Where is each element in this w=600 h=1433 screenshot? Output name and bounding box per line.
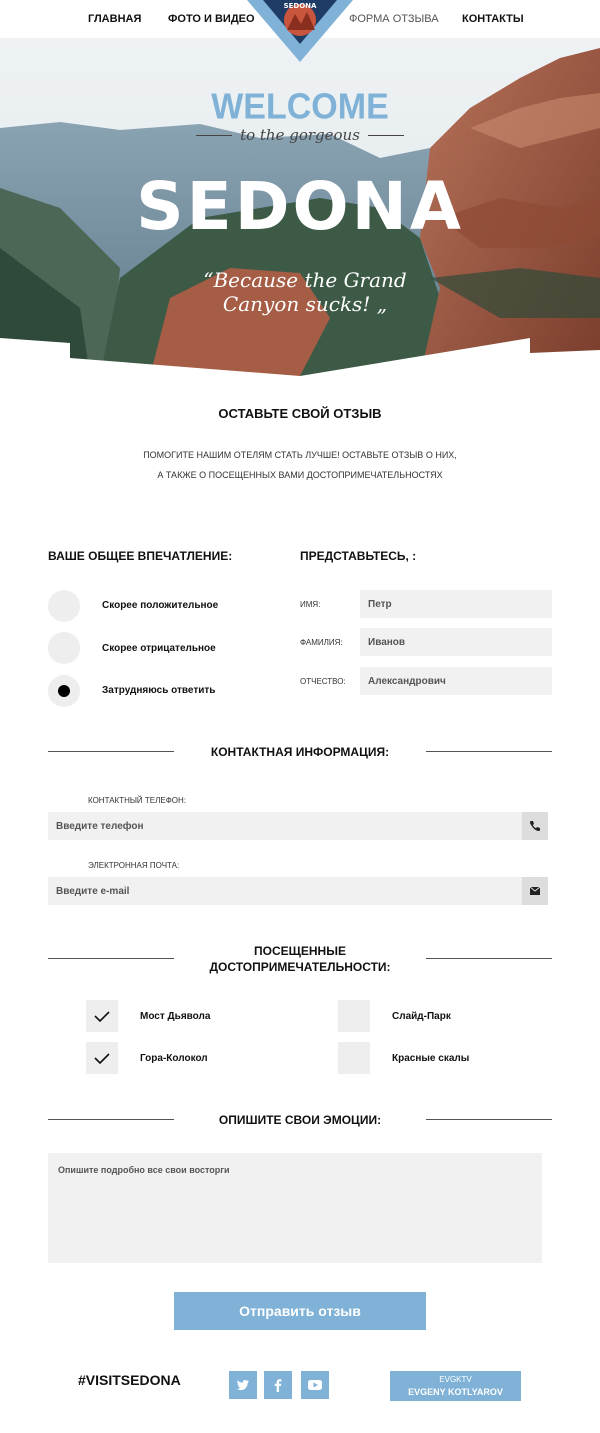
nav-review-form[interactable]: Форма отзыва <box>349 13 439 25</box>
phone-icon <box>522 812 548 840</box>
author-credit[interactable]: EVGKTV EVGENY KOTLYAROV <box>390 1371 521 1401</box>
facebook-icon[interactable] <box>264 1371 292 1399</box>
radio-positive-label[interactable]: Скорее положительное <box>102 600 218 611</box>
hashtag: #VISITSEDONA <box>78 1372 181 1388</box>
submit-review-button[interactable]: Отправить отзыв <box>174 1292 426 1330</box>
email-label: Электронная почта: <box>88 861 180 870</box>
radio-positive[interactable] <box>48 590 80 622</box>
tagline-divider-right <box>367 134 404 136</box>
patronymic-field[interactable]: Александрович <box>360 667 552 695</box>
phone-placeholder: Введите телефон <box>56 821 144 832</box>
last-name-field[interactable]: Иванов <box>360 628 552 656</box>
nav-home[interactable]: Главная <box>88 13 141 25</box>
last-name-label: Фамилия: <box>300 638 343 647</box>
checkmark-icon <box>94 1011 110 1023</box>
checkbox-slide-park[interactable] <box>338 1000 370 1032</box>
checkbox-devils-bridge-label[interactable]: Мост Дьявола <box>140 1011 210 1022</box>
email-placeholder: Введите e-mail <box>56 886 130 897</box>
credit-handle: EVGKTV <box>439 1375 472 1384</box>
radio-negative[interactable] <box>48 632 80 664</box>
checkbox-devils-bridge[interactable] <box>86 1000 118 1032</box>
checkbox-bell-rock-label[interactable]: Гора-Колокол <box>140 1053 208 1064</box>
city-of-sedona-logo[interactable]: SEDONA <box>245 0 355 62</box>
hero-quote-line1: “Because the Grand <box>203 268 407 292</box>
places-title-line2: достопримечательности: <box>209 960 391 974</box>
credit-name: EVGENY KOTLYAROV <box>408 1387 503 1397</box>
emotions-title: Опишите свои эмоции: <box>218 1113 382 1127</box>
first-name-field[interactable]: Петр <box>360 590 552 618</box>
impression-title: Ваше общее впечатление: <box>48 549 233 563</box>
tagline-divider-left <box>196 134 233 136</box>
emotions-textarea[interactable]: Опишите подробно все свои восторги <box>48 1153 542 1263</box>
svg-text:SEDONA: SEDONA <box>284 2 317 10</box>
places-title: Посещенные достопримечательности: <box>0 943 600 975</box>
patronymic-label: Отчество: <box>300 677 346 686</box>
hero-quote-line2: Canyon sucks! „ <box>222 292 388 316</box>
contact-title: Контактная информация: <box>210 745 390 759</box>
nav-contacts[interactable]: Контакты <box>462 13 524 25</box>
welcome-heading: WELCOME <box>211 87 389 127</box>
emotions-placeholder: Опишите подробно все свои восторги <box>58 1165 230 1175</box>
checkmark-icon <box>94 1053 110 1065</box>
checkbox-red-rocks[interactable] <box>338 1042 370 1074</box>
hero-quote: “Because the Grand Canyon sucks! „ <box>195 268 415 316</box>
checkbox-bell-rock[interactable] <box>86 1042 118 1074</box>
tagline-text: to the gorgeous <box>240 126 360 144</box>
review-heading: Оставьте свой отзыв <box>218 406 382 421</box>
hero-banner: WELCOME to the gorgeous SEDONA “Because … <box>0 38 600 376</box>
email-input[interactable]: Введите e-mail <box>48 877 548 905</box>
review-subtext: Помогите нашим отелям стать лучше! Остав… <box>143 450 457 480</box>
envelope-icon <box>522 877 548 905</box>
radio-undecided[interactable] <box>48 675 80 707</box>
twitter-icon[interactable] <box>229 1371 257 1399</box>
radio-negative-label[interactable]: Скорее отрицательное <box>102 643 216 654</box>
hero-title: SEDONA <box>136 168 464 245</box>
radio-undecided-label[interactable]: Затрудняюсь ответить <box>102 685 215 696</box>
checkbox-red-rocks-label[interactable]: Красные скалы <box>392 1053 469 1064</box>
places-title-line1: Посещенные <box>254 944 346 958</box>
first-name-label: Имя: <box>300 600 321 609</box>
youtube-icon[interactable] <box>301 1371 329 1399</box>
identity-title: Представьтесь, : <box>300 549 417 563</box>
phone-label: Контактный телефон: <box>88 796 187 805</box>
tagline: to the gorgeous <box>0 126 600 144</box>
nav-photo-video[interactable]: Фото и видео <box>168 13 255 25</box>
radio-selected-dot <box>58 685 70 697</box>
checkbox-slide-park-label[interactable]: Слайд-Парк <box>392 1011 451 1022</box>
phone-input[interactable]: Введите телефон <box>48 812 548 840</box>
